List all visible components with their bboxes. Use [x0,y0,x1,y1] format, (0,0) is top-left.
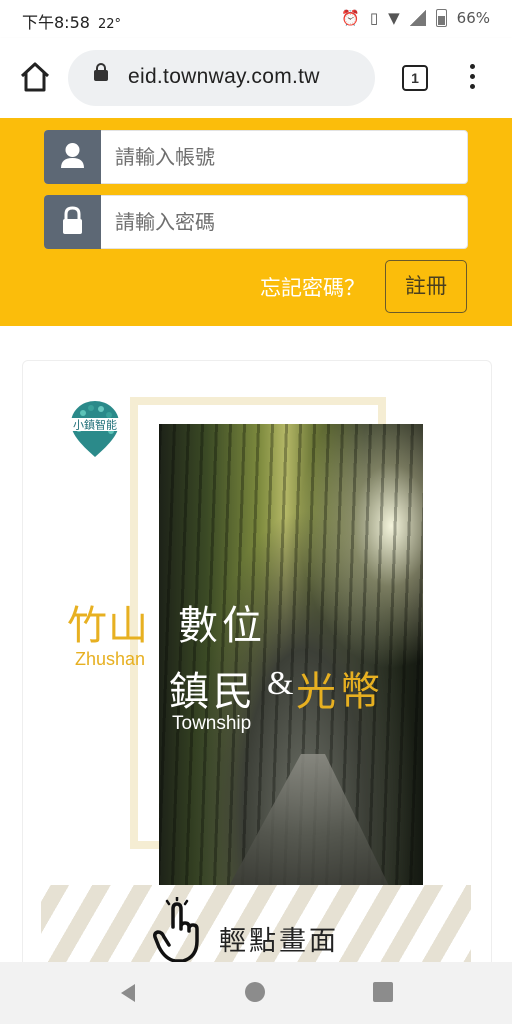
address-bar[interactable]: eid.townway.com.tw [68,50,375,106]
home-circle-icon[interactable] [245,982,265,1002]
title-ampersand: & [267,665,294,702]
title-townfolk: 鎮民 [169,669,257,715]
title-zhushan-cn: 竹山 [67,603,149,649]
status-time-area: 下午8:58 22° [22,9,121,33]
bamboo-path-image [159,424,423,886]
wifi-icon: ▼ [388,9,400,27]
register-button[interactable]: 註冊 [385,260,467,313]
more-menu-icon[interactable] [465,64,479,94]
tap-screen-label: 輕點畫面 [219,926,339,957]
lock-icon [94,63,108,81]
alarm-icon: ⏰ [341,9,360,27]
back-icon[interactable] [117,982,139,1004]
signal-icon [409,10,426,26]
username-input[interactable] [115,131,455,183]
title-digital: 數位 [178,603,266,649]
tab-switcher-button[interactable]: 1 [402,65,428,91]
battery-percent: 66% [456,9,490,27]
home-icon[interactable] [18,60,52,94]
status-icons: ⏰ ▯ ▼ 66% [341,9,490,27]
title-township-en: Township [172,713,252,734]
forgot-password-link[interactable]: 忘記密碼？ [260,272,365,302]
status-bar: 下午8:58 22° ⏰ ▯ ▼ 66% [0,0,512,38]
title-zhushan-en: Zhushan [75,649,146,669]
lock-icon [44,195,101,249]
title-light-coin: 光幣 [296,669,384,715]
browser-toolbar: eid.townway.com.tw 1 [0,38,512,118]
logo-text: 小鎮智能 [73,418,117,432]
username-field [44,130,468,184]
vibrate-icon: ▯ [369,9,379,27]
url-text: eid.townway.com.tw [128,65,320,88]
battery-icon [435,9,447,27]
recent-apps-icon[interactable] [373,982,393,1002]
town-intelligence-logo: 小鎮智能 [69,401,121,457]
banner-card[interactable]: 小鎮智能 竹山 數位 Zhushan 鎮民 & 光幣 Township 輕點畫面 [22,360,492,982]
system-nav-bar [0,962,512,1024]
tap-hand-icon [153,897,199,963]
password-field [44,195,468,249]
password-input[interactable] [115,196,455,248]
status-temperature: 22° [97,17,121,32]
status-time: 下午8:58 [22,13,90,32]
user-icon [44,130,101,184]
login-panel: 忘記密碼？ 註冊 [0,118,512,326]
